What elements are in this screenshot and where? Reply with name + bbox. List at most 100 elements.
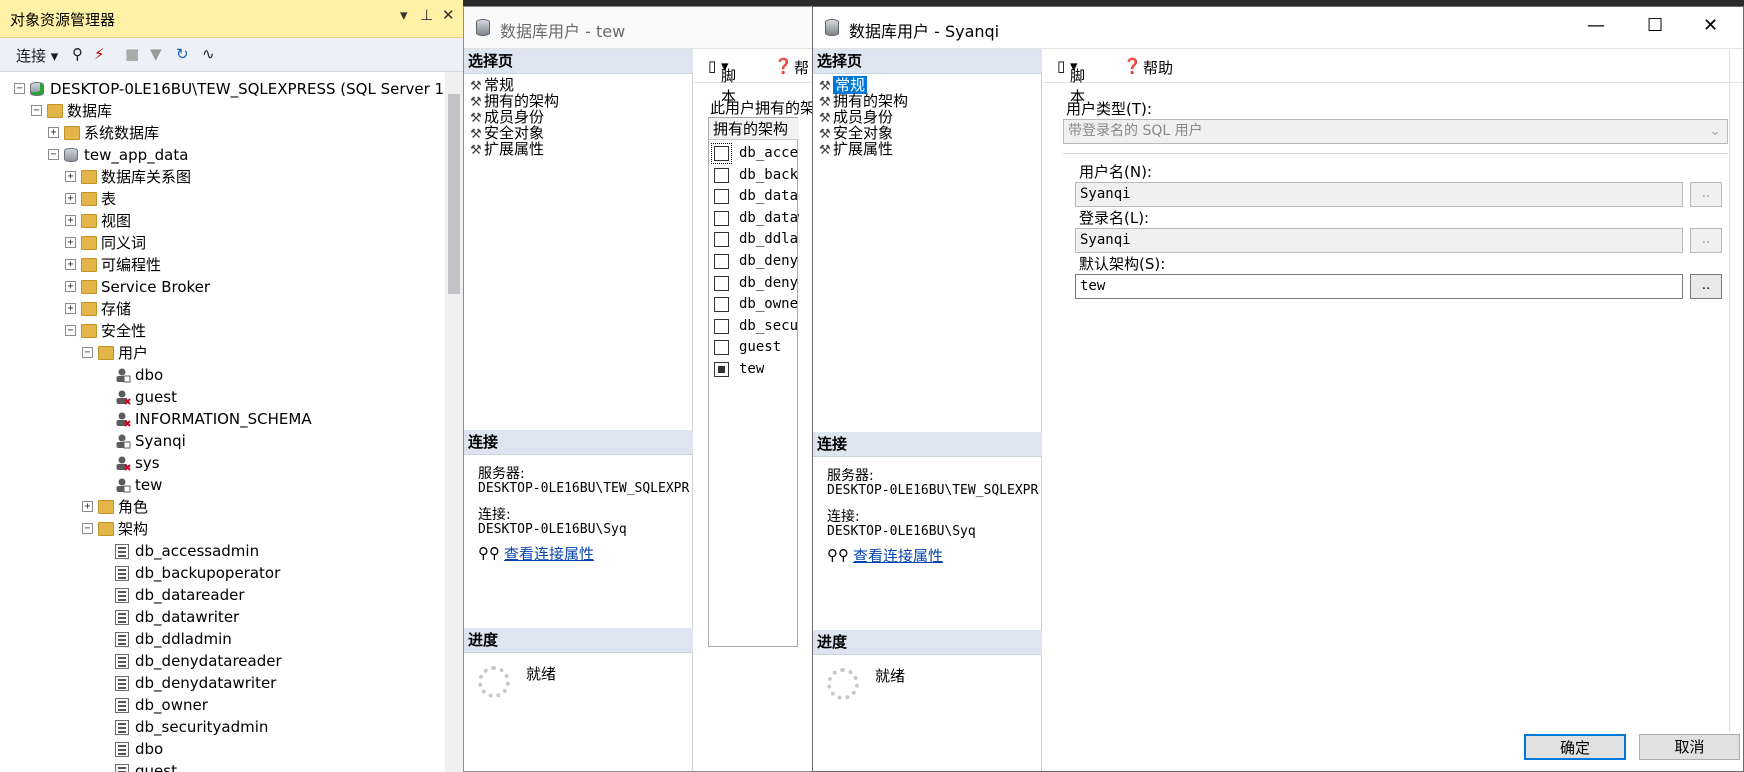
tree-node[interactable]: − 架构 (0, 518, 445, 540)
expand-icon[interactable]: + (65, 281, 76, 292)
cancel-button[interactable]: 取消 (1639, 734, 1740, 760)
expand-icon[interactable]: + (65, 193, 76, 204)
tree-node[interactable]: − 用户 (0, 342, 445, 364)
select-page-item[interactable]: ⚒ 扩展属性 (470, 140, 544, 158)
tree-node[interactable]: dbo (0, 364, 445, 386)
script-button[interactable]: ▯ 脚本 ▾ (708, 57, 736, 106)
tree-node[interactable]: − tew_app_data (0, 144, 445, 166)
schema-row[interactable]: db_datawr (709, 207, 799, 229)
login-field[interactable]: Syanqi (1075, 228, 1683, 253)
collapse-icon[interactable]: − (82, 523, 93, 534)
tree-node[interactable]: − 数据库 (0, 100, 445, 122)
schema-checkbox[interactable] (714, 362, 729, 377)
collapse-icon[interactable]: − (82, 347, 93, 358)
expand-icon[interactable]: + (65, 303, 76, 314)
tree-node[interactable]: db_denydatareader (0, 650, 445, 672)
help-icon[interactable]: ❓ (1123, 57, 1142, 75)
tree-node[interactable]: + 可编程性 (0, 254, 445, 276)
schema-row[interactable]: db_owner (709, 293, 799, 315)
select-page-item[interactable]: ⚒ 扩展属性 (819, 140, 893, 158)
maximize-button[interactable]: ☐ (1647, 15, 1663, 36)
expand-icon[interactable]: + (48, 127, 59, 138)
pin-icon[interactable]: ⊥ (420, 6, 433, 24)
collapse-icon[interactable]: − (14, 83, 25, 94)
tree-node[interactable]: + 视图 (0, 210, 445, 232)
expand-icon[interactable]: + (65, 237, 76, 248)
schema-checkbox[interactable] (714, 254, 729, 269)
tree-node[interactable]: guest (0, 760, 445, 772)
expand-icon[interactable]: + (82, 501, 93, 512)
filter-icon[interactable]: ▼ (150, 45, 162, 63)
scrollbar-thumb[interactable] (448, 94, 460, 294)
tree-node[interactable]: + 同义词 (0, 232, 445, 254)
username-browse-button[interactable]: .. (1690, 182, 1722, 207)
expand-icon[interactable]: + (65, 215, 76, 226)
tree-node[interactable]: db_accessadmin (0, 540, 445, 562)
stop-icon[interactable]: ■ (125, 45, 139, 63)
schema-checkbox[interactable] (714, 167, 729, 183)
schema-row[interactable]: db_ddladm (709, 228, 799, 250)
activity-monitor-icon[interactable]: ∿ (202, 45, 215, 63)
collapse-icon[interactable]: − (31, 105, 42, 116)
tree-node[interactable]: db_ddladmin (0, 628, 445, 650)
tree-node[interactable]: tew (0, 474, 445, 496)
schema-checkbox[interactable] (714, 297, 729, 313)
schema-row[interactable]: tew (709, 358, 799, 380)
close-icon[interactable]: ✕ (442, 6, 455, 24)
schema-checkbox[interactable] (711, 143, 732, 164)
close-button[interactable]: ✕ (1703, 15, 1718, 36)
dropdown-arrow-icon[interactable]: ▾ (400, 6, 408, 24)
schema-row[interactable]: db_denyda (709, 272, 799, 294)
schema-row[interactable]: db_backup (709, 164, 799, 186)
tree-node[interactable]: + Service Broker (0, 276, 445, 298)
tree-node[interactable]: db_owner (0, 694, 445, 716)
refresh-icon[interactable]: ↻ (176, 45, 189, 63)
tree-node[interactable]: INFORMATION_SCHEMA (0, 408, 445, 430)
schema-row[interactable]: db_datare (709, 185, 799, 207)
schema-checkbox[interactable] (714, 275, 729, 291)
disconnect-icon[interactable]: ⚡ (94, 45, 105, 63)
collapse-icon[interactable]: − (48, 149, 59, 160)
user-type-select[interactable]: 带登录名的 SQL 用户 ⌄ (1063, 119, 1728, 144)
script-button[interactable]: ▯ 脚本 ▾ (1057, 57, 1085, 106)
tree-node[interactable]: db_datareader (0, 584, 445, 606)
expand-icon[interactable]: + (65, 259, 76, 270)
tree-node[interactable]: db_denydatawriter (0, 672, 445, 694)
tree-node[interactable]: − 安全性 (0, 320, 445, 342)
login-browse-button[interactable]: .. (1690, 228, 1722, 253)
schema-checkbox[interactable] (714, 340, 729, 356)
username-field[interactable]: Syanqi (1075, 182, 1683, 207)
schema-checkbox[interactable] (714, 189, 729, 205)
schema-checkbox[interactable] (714, 232, 729, 248)
tree-node[interactable]: guest (0, 386, 445, 408)
schema-checkbox[interactable] (714, 210, 729, 226)
tree-node[interactable]: dbo (0, 738, 445, 760)
tree-node[interactable]: sys (0, 452, 445, 474)
tree-node[interactable]: db_securityadmin (0, 716, 445, 738)
tree-node[interactable]: Syanqi (0, 430, 445, 452)
tree-scrollbar[interactable] (445, 72, 463, 772)
help-icon[interactable]: ❓ (774, 57, 793, 75)
collapse-icon[interactable]: − (65, 325, 76, 336)
view-connection-properties-link[interactable]: 查看连接属性 (853, 545, 943, 566)
schema-row[interactable]: guest (709, 336, 799, 358)
schema-row[interactable]: db_denyda (709, 250, 799, 272)
default-schema-field[interactable]: tew (1075, 274, 1683, 299)
help-label[interactable]: 帮 (794, 57, 809, 78)
schema-row[interactable]: db_acces (709, 142, 799, 164)
connect-button[interactable]: 连接 ▾ (16, 45, 58, 66)
schema-row[interactable]: db_securi (709, 315, 799, 337)
default-schema-browse-button[interactable]: .. (1690, 274, 1722, 299)
tree-node[interactable]: + 表 (0, 188, 445, 210)
tree-node[interactable]: + 角色 (0, 496, 445, 518)
expand-icon[interactable]: + (65, 171, 76, 182)
tree-node[interactable]: db_datawriter (0, 606, 445, 628)
help-label[interactable]: 帮助 (1143, 57, 1173, 78)
tree-node[interactable]: − DESKTOP-0LE16BU\TEW_SQLEXPRESS (SQL Ser… (0, 78, 445, 100)
ok-button[interactable]: 确定 (1524, 734, 1626, 760)
view-connection-properties-link[interactable]: 查看连接属性 (504, 543, 594, 564)
tree-node[interactable]: + 数据库关系图 (0, 166, 445, 188)
minimize-button[interactable]: — (1587, 15, 1605, 36)
schema-checkbox[interactable] (714, 318, 729, 334)
tree-node[interactable]: + 系统数据库 (0, 122, 445, 144)
